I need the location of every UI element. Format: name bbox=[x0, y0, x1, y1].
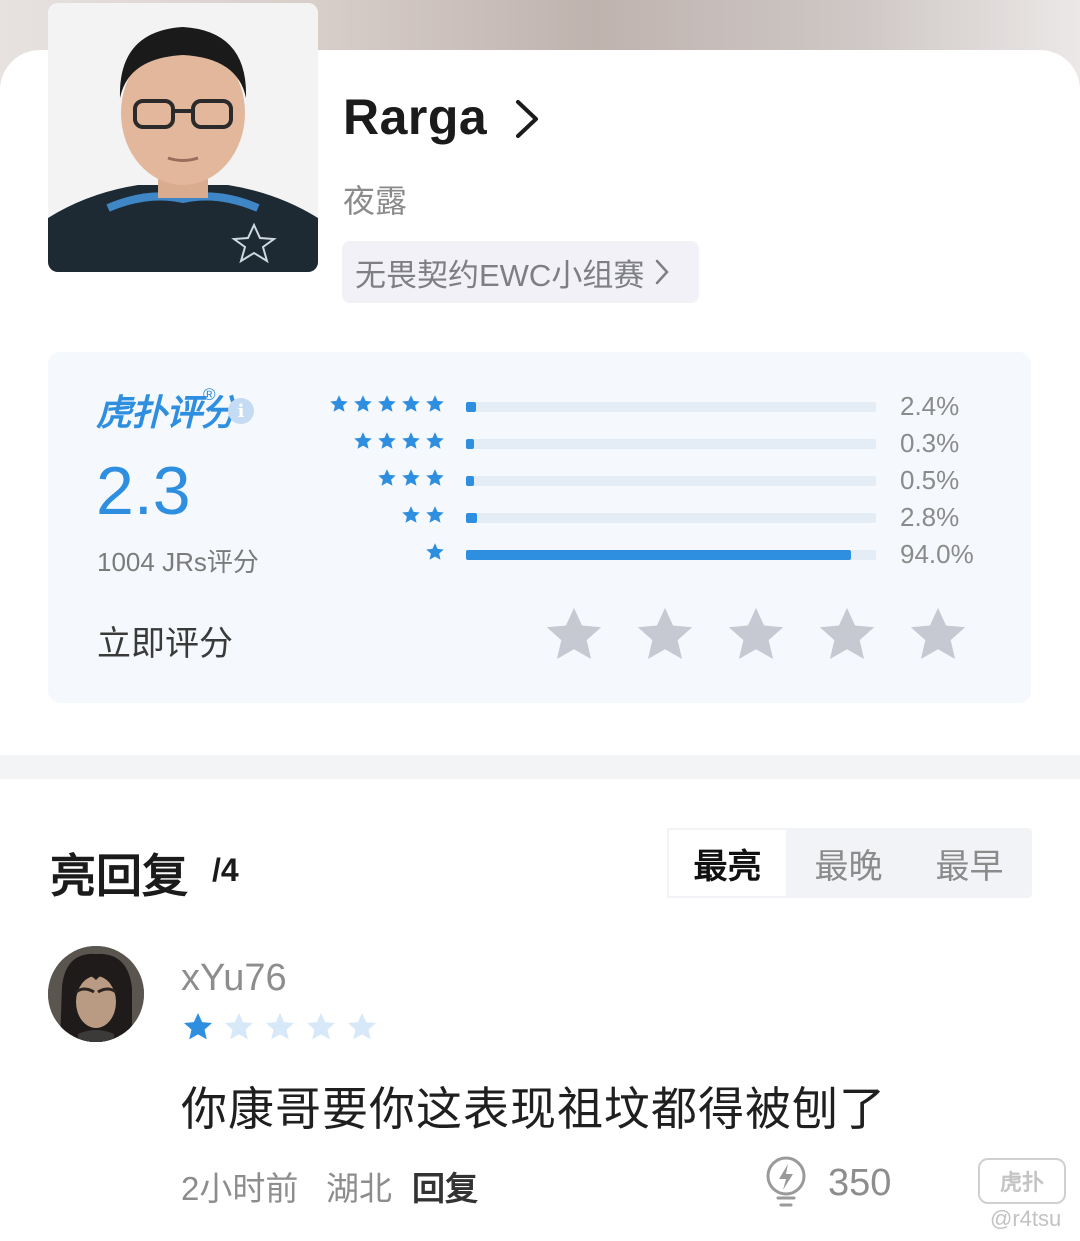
star-empty-icon bbox=[348, 1013, 376, 1040]
distribution-percent: 0.5% bbox=[900, 465, 960, 495]
tab-latest[interactable]: 最晚 bbox=[788, 828, 909, 898]
star-icon bbox=[402, 469, 420, 486]
star-icon bbox=[354, 432, 372, 449]
distribution-row: 94.0% bbox=[300, 539, 1000, 570]
distribution-bar-fill bbox=[466, 513, 478, 523]
distribution-stars bbox=[377, 468, 445, 488]
lightbulb-icon[interactable] bbox=[762, 1154, 810, 1212]
star-empty-icon bbox=[225, 1013, 253, 1040]
star-icon bbox=[402, 506, 420, 523]
star-icon bbox=[378, 395, 396, 412]
registered-mark: ® bbox=[203, 385, 216, 404]
player-portrait-image bbox=[48, 3, 318, 272]
distribution-bar-track bbox=[466, 402, 876, 412]
distribution-stars bbox=[329, 394, 445, 414]
distribution-percent: 0.3% bbox=[900, 428, 960, 458]
star-icon bbox=[426, 543, 444, 560]
comment-time: 2小时前 bbox=[181, 1170, 299, 1207]
distribution-row: 2.8% bbox=[300, 502, 1000, 533]
avatar-image bbox=[48, 946, 144, 1042]
tab-hottest[interactable]: 最亮 bbox=[667, 828, 788, 898]
reply-button[interactable]: 回复 bbox=[412, 1162, 478, 1210]
event-chip-label: 无畏契约EWC小组赛 bbox=[355, 257, 645, 293]
player-name[interactable]: Rarga bbox=[343, 88, 487, 146]
star-icon bbox=[426, 469, 444, 486]
comment-text: 你康哥要你这表现祖坟都得被刨了 bbox=[181, 1082, 886, 1136]
chevron-right-icon bbox=[656, 259, 670, 285]
star-icon bbox=[402, 432, 420, 449]
rate-stars bbox=[543, 604, 969, 666]
watermark-logo: 虎扑 bbox=[978, 1158, 1066, 1204]
rate-star-icon[interactable] bbox=[634, 604, 696, 666]
distribution-stars bbox=[425, 542, 445, 562]
distribution-stars bbox=[401, 505, 445, 525]
rate-now-label: 立即评分 bbox=[97, 625, 233, 663]
distribution-bar-fill bbox=[466, 402, 476, 412]
player-photo[interactable] bbox=[48, 3, 318, 272]
chevron-right-icon[interactable] bbox=[512, 98, 542, 140]
section-divider bbox=[0, 755, 1080, 779]
comment-location: 湖北 bbox=[326, 1170, 392, 1207]
distribution-bar-fill bbox=[466, 439, 475, 449]
info-icon[interactable]: i bbox=[228, 398, 254, 424]
star-icon bbox=[378, 432, 396, 449]
player-tag: 夜露 bbox=[343, 183, 408, 219]
average-score: 2.3 bbox=[96, 453, 191, 529]
like-count: 350 bbox=[828, 1162, 892, 1204]
watermark-handle: @r4tsu bbox=[990, 1206, 1062, 1231]
star-icon bbox=[426, 395, 444, 412]
star-filled-icon bbox=[184, 1013, 212, 1040]
distribution-bar-track bbox=[466, 439, 876, 449]
sort-tabs: 最亮 最晚 最早 bbox=[667, 828, 1032, 898]
avatar[interactable] bbox=[48, 946, 144, 1042]
tab-earliest[interactable]: 最早 bbox=[909, 828, 1030, 898]
distribution-bar-fill bbox=[466, 550, 852, 560]
comment-username[interactable]: xYu76 bbox=[181, 957, 287, 1000]
distribution-bar-track bbox=[466, 550, 876, 560]
rate-star-icon[interactable] bbox=[543, 604, 605, 666]
rate-star-icon[interactable] bbox=[725, 604, 787, 666]
rating-count: 1004 JRs评分 bbox=[97, 547, 259, 577]
comment-rating-stars bbox=[182, 1011, 378, 1043]
star-icon bbox=[426, 432, 444, 449]
section-title: 亮回复 bbox=[50, 850, 188, 902]
distribution-row: 2.4% bbox=[300, 391, 1000, 422]
distribution-bar-track bbox=[466, 513, 876, 523]
distribution-bar-fill bbox=[466, 476, 475, 486]
distribution-percent: 2.8% bbox=[900, 502, 960, 532]
star-icon bbox=[426, 506, 444, 523]
star-icon bbox=[330, 395, 348, 412]
rate-star-icon[interactable] bbox=[907, 604, 969, 666]
distribution-bar-track bbox=[466, 476, 876, 486]
distribution-row: 0.5% bbox=[300, 465, 1000, 496]
star-empty-icon bbox=[266, 1013, 294, 1040]
distribution-stars bbox=[353, 431, 445, 451]
distribution-percent: 94.0% bbox=[900, 539, 974, 569]
distribution-percent: 2.4% bbox=[900, 391, 960, 421]
star-icon bbox=[402, 395, 420, 412]
reply-count: /4 bbox=[212, 852, 239, 888]
distribution-row: 0.3% bbox=[300, 428, 1000, 459]
star-icon bbox=[378, 469, 396, 486]
star-icon bbox=[354, 395, 372, 412]
star-empty-icon bbox=[307, 1013, 335, 1040]
event-chip[interactable]: 无畏契约EWC小组赛 bbox=[342, 241, 699, 303]
rate-star-icon[interactable] bbox=[816, 604, 878, 666]
